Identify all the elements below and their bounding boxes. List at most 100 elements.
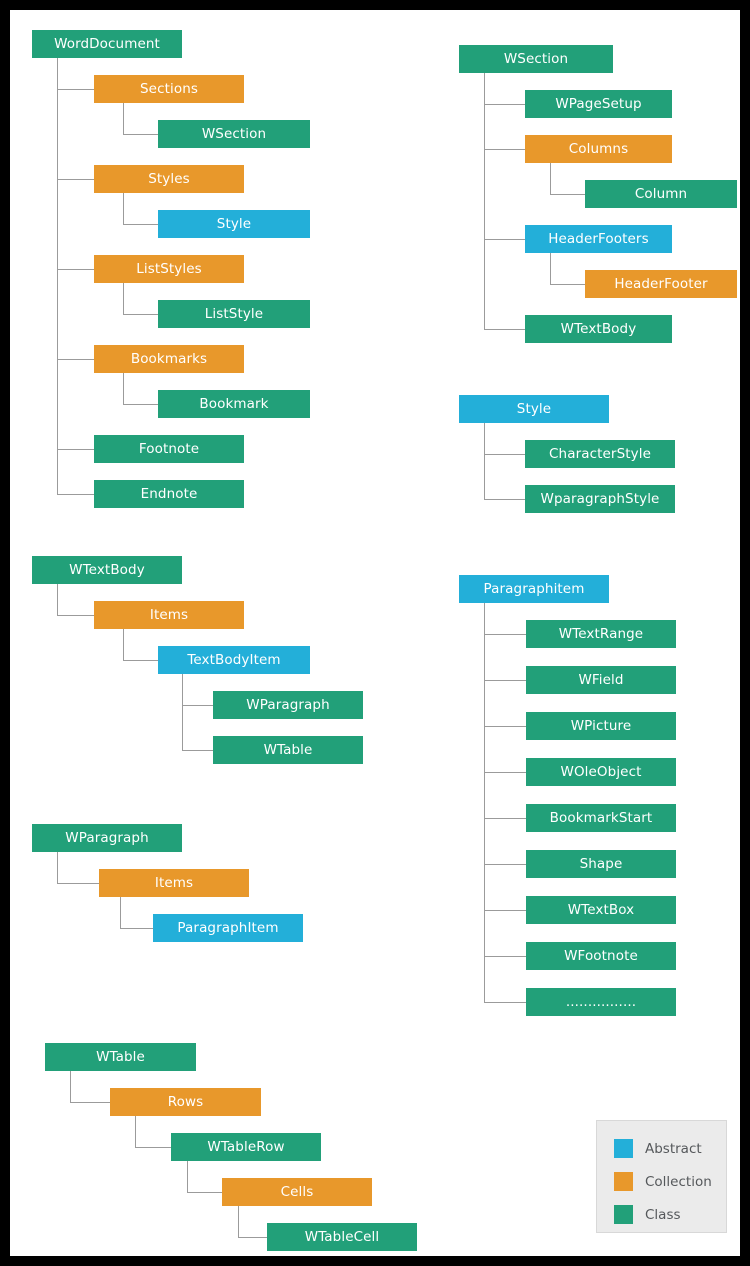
node-wsection-1[interactable]: WPageSetup [525,90,672,118]
connector-wtable-26 [70,1071,71,1102]
legend-swatch-collection-icon [614,1172,633,1191]
connector-wsection-41 [550,253,551,284]
node-worddocument-7[interactable]: Bookmarks [94,345,244,373]
connector-paragraphitem-54 [484,956,526,957]
node-wtable-2[interactable]: WTableRow [171,1133,321,1161]
connector-worddocument-11 [123,283,124,314]
connector-paragraphitem-50 [484,772,526,773]
connector-wtextbody-19 [182,674,183,750]
connector-style-43 [484,423,485,499]
legend-item-collection: Collection [614,1172,712,1191]
legend-label-abstract: Abstract [645,1140,702,1157]
node-wtextbody-0[interactable]: WTextBody [32,556,182,584]
connector-wsection-36 [484,149,525,150]
connector-wtable-29 [135,1147,171,1148]
node-worddocument-8[interactable]: Bookmark [158,390,310,418]
legend-swatch-class-icon [614,1205,633,1224]
connector-style-45 [484,499,525,500]
connector-wsection-37 [484,239,525,240]
node-wtable-1[interactable]: Rows [110,1088,261,1116]
legend-item-class: Class [614,1205,681,1224]
connector-worddocument-1 [57,89,94,90]
connector-worddocument-4 [57,359,94,360]
legend-swatch-abstract-icon [614,1139,633,1158]
connector-paragraphitem-46 [484,603,485,1002]
connector-paragraphitem-49 [484,726,526,727]
connector-wtable-28 [135,1116,136,1147]
connector-wsection-35 [484,104,525,105]
connector-paragraphitem-52 [484,864,526,865]
connector-worddocument-10 [123,224,158,225]
connector-paragraphitem-47 [484,634,526,635]
node-wtable-4[interactable]: WTableCell [267,1223,417,1251]
node-worddocument-9[interactable]: Footnote [94,435,244,463]
node-paragraphitem-1[interactable]: WTextRange [526,620,676,648]
node-paragraphitem-9[interactable]: ................ [526,988,676,1016]
node-worddocument-0[interactable]: WordDocument [32,30,182,58]
node-wsection-3[interactable]: Column [585,180,737,208]
legend-label-class: Class [645,1206,681,1223]
connector-wtable-30 [187,1161,188,1192]
node-paragraphitem-5[interactable]: BookmarkStart [526,804,676,832]
node-style-0[interactable]: Style [459,395,609,423]
connector-wtable-33 [238,1237,267,1238]
node-wtextbody-3[interactable]: WParagraph [213,691,363,719]
node-worddocument-5[interactable]: ListStyles [94,255,244,283]
connector-wtextbody-16 [57,615,94,616]
node-wsection-6[interactable]: WTextBody [525,315,672,343]
connector-wsection-39 [550,163,551,194]
connector-worddocument-13 [123,373,124,404]
connector-worddocument-12 [123,314,158,315]
node-worddocument-10[interactable]: Endnote [94,480,244,508]
node-style-2[interactable]: WparagraphStyle [525,485,675,513]
legend-label-collection: Collection [645,1173,712,1190]
node-worddocument-1[interactable]: Sections [94,75,244,103]
connector-worddocument-3 [57,269,94,270]
legend-item-abstract: Abstract [614,1139,702,1158]
connector-wtextbody-17 [123,629,124,660]
connector-wtextbody-20 [182,705,213,706]
node-wtextbody-2[interactable]: TextBodyItem [158,646,310,674]
node-wsection-0[interactable]: WSection [459,45,613,73]
connector-worddocument-14 [123,404,158,405]
connector-wtextbody-15 [57,584,58,615]
connector-wparagraph-24 [120,897,121,928]
connector-wsection-42 [550,284,585,285]
node-wtable-0[interactable]: WTable [45,1043,196,1071]
node-wtable-3[interactable]: Cells [222,1178,372,1206]
node-style-1[interactable]: CharacterStyle [525,440,675,468]
node-paragraphitem-0[interactable]: Paragraphitem [459,575,609,603]
connector-paragraphitem-53 [484,910,526,911]
node-worddocument-4[interactable]: Style [158,210,310,238]
connector-wtextbody-18 [123,660,158,661]
node-paragraphitem-4[interactable]: WOleObject [526,758,676,786]
node-paragraphitem-7[interactable]: WTextBox [526,896,676,924]
connector-wtable-32 [238,1206,239,1237]
node-paragraphitem-8[interactable]: WFootnote [526,942,676,970]
node-paragraphitem-6[interactable]: Shape [526,850,676,878]
connector-wparagraph-22 [57,852,58,883]
node-paragraphitem-2[interactable]: WField [526,666,676,694]
diagram-canvas: WordDocument Sections WSection Styles Style L… [10,10,740,1256]
node-wsection-5[interactable]: HeaderFooter [585,270,737,298]
node-paragraphitem-3[interactable]: WPicture [526,712,676,740]
node-wtextbody-4[interactable]: WTable [213,736,363,764]
connector-worddocument-7 [123,103,124,134]
connector-worddocument-2 [57,179,94,180]
node-wsection-4[interactable]: HeaderFooters [525,225,672,253]
node-wtextbody-1[interactable]: Items [94,601,244,629]
connector-wtextbody-21 [182,750,213,751]
connector-paragraphitem-48 [484,680,526,681]
node-wparagraph-1[interactable]: Items [99,869,249,897]
node-worddocument-6[interactable]: ListStyle [158,300,310,328]
connector-paragraphitem-51 [484,818,526,819]
connector-wparagraph-23 [57,883,99,884]
node-wsection-2[interactable]: Columns [525,135,672,163]
node-wparagraph-0[interactable]: WParagraph [32,824,182,852]
node-worddocument-2[interactable]: WSection [158,120,310,148]
node-wparagraph-2[interactable]: ParagraphItem [153,914,303,942]
connector-wtable-31 [187,1192,222,1193]
connector-worddocument-9 [123,193,124,224]
connector-worddocument-0 [57,58,58,495]
node-worddocument-3[interactable]: Styles [94,165,244,193]
